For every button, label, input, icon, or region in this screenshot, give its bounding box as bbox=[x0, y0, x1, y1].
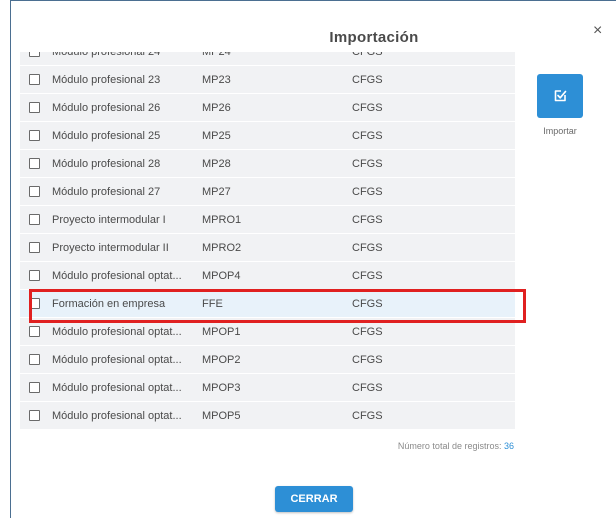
table-row[interactable]: Módulo profesional 27 MP27 CFGS bbox=[20, 178, 515, 205]
edit-check-icon bbox=[554, 90, 567, 102]
row-code: MP27 bbox=[202, 185, 231, 198]
row-type: CFGS bbox=[352, 129, 383, 142]
row-code: MP26 bbox=[202, 101, 231, 114]
row-code: FFE bbox=[202, 297, 223, 310]
row-type: CFGS bbox=[352, 353, 383, 366]
total-records-label: Número total de registros: bbox=[397, 441, 502, 451]
row-name: Módulo profesional 23 bbox=[52, 73, 161, 86]
row-checkbox[interactable] bbox=[29, 186, 40, 197]
row-type: CFGS bbox=[352, 213, 383, 226]
row-type: CFGS bbox=[352, 73, 383, 86]
total-records-count: 36 bbox=[503, 441, 514, 451]
row-name: Módulo profesional optat... bbox=[52, 269, 182, 282]
table-row[interactable]: Módulo profesional optat... MPOP1 CFGS bbox=[20, 318, 515, 345]
row-type: CFGS bbox=[352, 409, 383, 422]
row-checkbox[interactable] bbox=[29, 326, 40, 337]
table-row[interactable]: Módulo profesional 28 MP28 CFGS bbox=[20, 150, 515, 177]
row-type: CFGS bbox=[352, 52, 383, 58]
table-row[interactable]: Módulo profesional 23 MP23 CFGS bbox=[20, 66, 515, 93]
row-checkbox[interactable] bbox=[29, 354, 40, 365]
row-name: Módulo profesional 26 bbox=[52, 101, 161, 114]
row-type: CFGS bbox=[352, 241, 383, 254]
row-name: Módulo profesional 27 bbox=[52, 185, 161, 198]
row-checkbox[interactable] bbox=[29, 214, 40, 225]
row-code: MP25 bbox=[202, 129, 231, 142]
row-name: Módulo profesional optat... bbox=[52, 409, 182, 422]
row-name: Módulo profesional optat... bbox=[52, 325, 182, 338]
row-code: MPOP4 bbox=[202, 269, 241, 282]
row-name: Módulo profesional 28 bbox=[52, 157, 161, 170]
close-button[interactable]: CERRAR bbox=[275, 486, 353, 512]
table-row[interactable]: Módulo profesional 24MP24CFGS bbox=[20, 52, 515, 65]
row-name: Módulo profesional optat... bbox=[52, 381, 182, 394]
row-code: MPOP1 bbox=[202, 325, 241, 338]
table-row[interactable]: Módulo profesional 25 MP25 CFGS bbox=[20, 122, 515, 149]
table-row[interactable]: Formación en empresa FFE CFGS bbox=[20, 290, 515, 317]
row-type: CFGS bbox=[352, 297, 383, 310]
row-code: MPOP2 bbox=[202, 353, 241, 366]
row-checkbox[interactable] bbox=[29, 52, 40, 57]
row-type: CFGS bbox=[352, 381, 383, 394]
row-checkbox[interactable] bbox=[29, 158, 40, 169]
modal-title: Importación bbox=[329, 29, 419, 46]
row-checkbox[interactable] bbox=[29, 130, 40, 141]
row-code: MPOP5 bbox=[202, 409, 241, 422]
row-name: Módulo profesional 25 bbox=[52, 129, 161, 142]
row-checkbox[interactable] bbox=[29, 298, 40, 309]
row-type: CFGS bbox=[352, 269, 383, 282]
row-name: Proyecto intermodular I bbox=[52, 213, 166, 226]
row-checkbox[interactable] bbox=[29, 382, 40, 393]
row-name: Módulo profesional optat... bbox=[52, 353, 182, 366]
row-name: Proyecto intermodular II bbox=[52, 241, 169, 254]
table-row[interactable]: Módulo profesional optat... MPOP5 CFGS bbox=[20, 402, 515, 429]
row-type: CFGS bbox=[352, 101, 383, 114]
table-row[interactable]: Proyecto intermodular II MPRO2 CFGS bbox=[20, 234, 515, 261]
table-row[interactable]: Módulo profesional optat... MPOP3 CFGS bbox=[20, 374, 515, 401]
row-code: MP24 bbox=[202, 52, 352, 58]
row-code: MP23 bbox=[202, 73, 231, 86]
import-label: Importar bbox=[543, 126, 577, 136]
row-code: MPRO2 bbox=[202, 241, 242, 254]
row-checkbox[interactable] bbox=[29, 410, 40, 421]
row-code: MP28 bbox=[202, 157, 231, 170]
row-code: MPRO1 bbox=[202, 213, 242, 226]
table-row[interactable]: Proyecto intermodular I MPRO1 CFGS bbox=[20, 206, 515, 233]
row-name: Módulo profesional 24 bbox=[52, 52, 202, 58]
table-row[interactable]: Módulo profesional optat... MPOP4 CFGS bbox=[20, 262, 515, 289]
records-list[interactable]: Módulo profesional 24MP24CFGSMódulo prof… bbox=[20, 52, 515, 436]
row-checkbox[interactable] bbox=[29, 242, 40, 253]
row-checkbox[interactable] bbox=[29, 102, 40, 113]
row-type: CFGS bbox=[352, 157, 383, 170]
import-button[interactable] bbox=[537, 74, 583, 118]
row-code: MPOP3 bbox=[202, 381, 241, 394]
row-name: Formación en empresa bbox=[52, 297, 166, 310]
close-icon[interactable]: × bbox=[593, 22, 602, 40]
row-checkbox[interactable] bbox=[29, 74, 40, 85]
total-records: Número total de registros: 36 bbox=[300, 441, 514, 451]
table-row[interactable]: Módulo profesional 26 MP26 CFGS bbox=[20, 94, 515, 121]
table-row[interactable]: Módulo profesional optat... MPOP2 CFGS bbox=[20, 346, 515, 373]
row-type: CFGS bbox=[352, 325, 383, 338]
row-checkbox[interactable] bbox=[29, 270, 40, 281]
row-type: CFGS bbox=[352, 185, 383, 198]
